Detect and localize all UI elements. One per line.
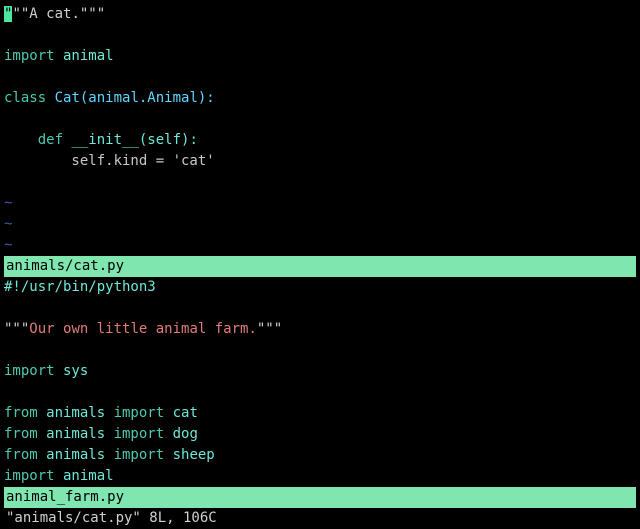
module-name: sys xyxy=(55,363,89,379)
status-bar-top: animals/cat.py xyxy=(4,256,636,277)
keyword-import: import xyxy=(4,48,55,64)
code-line: from animals import cat xyxy=(4,403,640,424)
keyword-from: from xyxy=(4,447,38,463)
code-line: import animal xyxy=(4,46,640,67)
keyword-import: import xyxy=(4,468,55,484)
module-name: animal xyxy=(55,48,114,64)
empty-line-tilde: ~ xyxy=(4,235,640,256)
docstring: ""A cat.""" xyxy=(12,6,105,22)
class-declaration: Cat(animal.Animal): xyxy=(46,90,215,106)
import-target: cat xyxy=(164,405,198,421)
indent xyxy=(4,132,38,148)
code-line: """A cat.""" xyxy=(4,4,640,25)
code-line: from animals import sheep xyxy=(4,445,640,466)
docstring-text: Our own little animal farm. xyxy=(29,321,257,337)
module-name: animals xyxy=(38,426,114,442)
keyword-def: def xyxy=(38,132,63,148)
keyword-from: from xyxy=(4,405,38,421)
status-bar-bottom: animal_farm.py xyxy=(4,487,636,508)
code-line: def __init__(self): xyxy=(4,130,640,151)
blank-line xyxy=(4,67,640,88)
command-line[interactable]: "animals/cat.py" 8L, 106C xyxy=(4,508,640,529)
import-target: dog xyxy=(164,426,198,442)
code-line: import animal xyxy=(4,466,640,487)
keyword-import: import xyxy=(114,405,165,421)
code-line: """Our own little animal farm.""" xyxy=(4,319,640,340)
blank-line xyxy=(4,298,640,319)
vim-editor[interactable]: """A cat.""" import animal class Cat(ani… xyxy=(0,0,640,529)
function-signature: __init__(self): xyxy=(63,132,198,148)
blank-line xyxy=(4,340,640,361)
keyword-from: from xyxy=(4,426,38,442)
module-name: animals xyxy=(38,405,114,421)
module-name: animal xyxy=(55,468,114,484)
shebang-line: #!/usr/bin/python3 xyxy=(4,277,640,298)
keyword-class: class xyxy=(4,90,46,106)
import-target: sheep xyxy=(164,447,215,463)
code-line: class Cat(animal.Animal): xyxy=(4,88,640,109)
module-name: animals xyxy=(38,447,114,463)
blank-line xyxy=(4,109,640,130)
docstring-quote: """ xyxy=(4,321,29,337)
docstring-quote: """ xyxy=(257,321,282,337)
keyword-import: import xyxy=(114,447,165,463)
keyword-import: import xyxy=(114,426,165,442)
blank-line xyxy=(4,382,640,403)
empty-line-tilde: ~ xyxy=(4,193,640,214)
code-line: from animals import dog xyxy=(4,424,640,445)
code-line: import sys xyxy=(4,361,640,382)
blank-line xyxy=(4,25,640,46)
empty-line-tilde: ~ xyxy=(4,214,640,235)
code-line: self.kind = 'cat' xyxy=(4,151,640,172)
blank-line xyxy=(4,172,640,193)
keyword-import: import xyxy=(4,363,55,379)
